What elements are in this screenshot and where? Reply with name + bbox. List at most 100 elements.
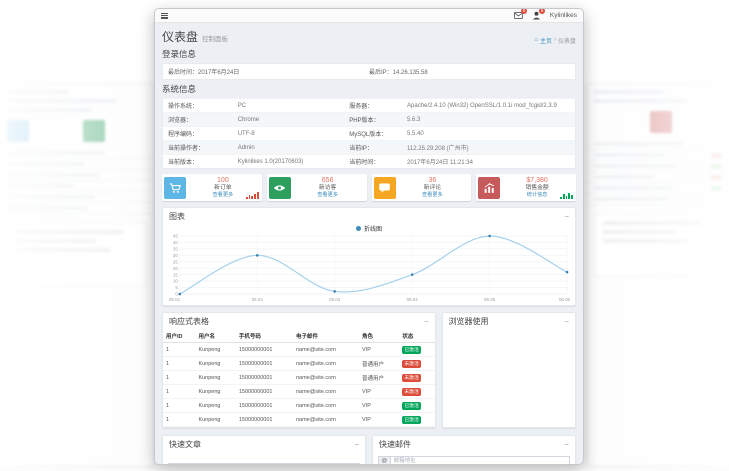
system-info-label: 当前IP： — [344, 141, 402, 155]
cell-role: VIP — [359, 385, 399, 399]
chart-legend: 折线图 — [163, 224, 575, 233]
system-info-row: 当前操作者：Admin当前IP：112.25.29.208 (广州市) — [163, 141, 576, 155]
svg-text:06.05: 06.05 — [484, 297, 496, 302]
eye-icon — [269, 177, 291, 199]
email-address-input[interactable] — [390, 456, 570, 465]
screenshot-canvas: 5 5 Kylinlikes 仪表盘 控制面板 ⌂ 主页 › 仪表盘 — [0, 0, 729, 471]
quick-mail-header: 快速邮件 − — [373, 436, 575, 452]
collapse-icon[interactable]: − — [564, 441, 569, 449]
cell-phone: 15000000001 — [236, 399, 293, 413]
quick-article-header: 快速文章 − — [163, 436, 365, 452]
cell-email: name@site.com — [293, 413, 359, 427]
mini-sparkline — [246, 192, 259, 199]
messages-badge: 5 — [521, 8, 527, 14]
cell-user-id: 1 — [163, 357, 195, 371]
cell-user-id: 1 — [163, 413, 195, 427]
stat-cards-row: 100新订单查看更多656新访客查看更多36新评论查看更多$7,380销售金额统… — [162, 174, 576, 201]
cell-phone: 15000000001 — [236, 413, 293, 427]
cell-phone: 15000000001 — [236, 371, 293, 385]
article-title-input[interactable] — [168, 463, 360, 465]
stat-more-link[interactable]: 查看更多 — [291, 192, 365, 199]
chart-body: 05101520253035404506.0106.0206.0306.0406… — [163, 233, 575, 305]
cell-username: Kunpeng — [195, 385, 235, 399]
system-info-value: Chrome — [233, 113, 345, 127]
table-row: 1Kunpeng15000000001name@site.com普通用户未激活 — [163, 357, 435, 371]
cell-user-id: 1 — [163, 343, 195, 357]
status-badge: 已激活 — [402, 416, 420, 424]
system-info-label: 当前操作者： — [163, 141, 233, 155]
cell-user-id: 1 — [163, 399, 195, 413]
system-info-label: 程序编码： — [163, 127, 233, 141]
email-input-group: @ — [378, 456, 570, 465]
column-header[interactable]: 电子邮件 — [293, 329, 359, 343]
cell-username: Kunpeng — [195, 343, 235, 357]
svg-text:10: 10 — [173, 279, 178, 284]
collapse-icon[interactable]: − — [354, 441, 359, 449]
user-icon[interactable]: 5 — [532, 11, 541, 20]
home-icon: ⌂ — [534, 37, 538, 43]
system-info-value: Kylinlikes 1.0(20170603) — [233, 155, 345, 169]
system-info-label: PHP版本： — [344, 113, 402, 127]
ghost-window-surface — [587, 84, 729, 466]
system-info-value: 112.25.29.208 (广州市) — [402, 141, 575, 155]
status-badge: 已激活 — [402, 402, 420, 410]
system-info-value: PC — [233, 99, 345, 113]
table-row: 1Kunpeng15000000001name@site.comVIP已激活 — [163, 413, 435, 427]
svg-text:5: 5 — [175, 285, 178, 290]
system-info-value: Apache/2.4.10 (Win32) OpenSSL/1.0.1i mod… — [402, 99, 575, 113]
column-header[interactable]: 用户名 — [195, 329, 235, 343]
column-header[interactable]: 手机号码 — [236, 329, 293, 343]
system-info-heading: 系统信息 — [162, 83, 576, 95]
system-info-value: 5.5.40 — [402, 127, 575, 141]
messages-icon[interactable]: 5 — [514, 11, 523, 20]
system-info-label: 当前版本： — [163, 155, 233, 169]
collapse-icon[interactable]: − — [564, 213, 569, 221]
system-info-value: 2017年6月24日 11:21:34 — [402, 155, 575, 169]
system-info-value: UTF-8 — [233, 127, 345, 141]
comment-icon — [374, 177, 396, 199]
top-navbar: 5 5 Kylinlikes — [155, 9, 583, 23]
cell-status: 已激活 — [399, 343, 434, 357]
username-menu[interactable]: Kylinlikes — [550, 12, 577, 19]
alerts-badge: 5 — [539, 8, 545, 14]
stat-card: 100新订单查看更多 — [162, 174, 262, 201]
last-login-ip: 最后IP：14.26.135.58 — [369, 67, 570, 76]
cell-email: name@site.com — [293, 343, 359, 357]
mini-sparkline — [560, 192, 573, 199]
system-info-label: 操作系统： — [163, 99, 233, 113]
data-point — [333, 290, 336, 293]
quick-mail-title: 快速邮件 — [379, 439, 411, 450]
breadcrumb-home[interactable]: 主页 — [540, 36, 552, 45]
collapse-icon[interactable]: − — [564, 318, 569, 326]
table-row: 1Kunpeng15000000001name@site.comVIP已激活 — [163, 343, 435, 357]
stat-value: 100 — [186, 176, 260, 185]
chart-gridlines — [180, 236, 567, 294]
column-header[interactable]: 角色 — [359, 329, 399, 343]
login-info-heading: 登录信息 — [162, 48, 576, 60]
collapse-icon[interactable]: − — [424, 318, 429, 326]
page-header: 仪表盘 控制面板 ⌂ 主页 › 仪表盘 — [162, 28, 576, 45]
bar-chart-icon — [478, 177, 500, 199]
cell-username: Kunpeng — [195, 413, 235, 427]
system-info-row: 程序编码：UTF-8MySQL版本：5.5.40 — [163, 127, 576, 141]
cell-status: 未激活 — [399, 371, 434, 385]
table-row: 1Kunpeng15000000001name@site.comVIP未激活 — [163, 385, 435, 399]
column-header[interactable]: 状态 — [399, 329, 434, 343]
breadcrumb-separator: › — [554, 37, 556, 43]
stat-more-link[interactable]: 查看更多 — [396, 192, 470, 199]
login-info-bar: 最后时间：2017年6月24日 最后IP：14.26.135.58 — [162, 63, 576, 80]
column-header[interactable]: 用户ID — [163, 329, 195, 343]
data-point — [179, 293, 182, 296]
cell-username: Kunpeng — [195, 357, 235, 371]
stat-value: 36 — [396, 176, 470, 185]
data-point — [566, 271, 569, 274]
cell-email: name@site.com — [293, 399, 359, 413]
svg-text:06.01: 06.01 — [169, 297, 181, 302]
system-info-row: 浏览器：ChromePHP版本：5.6.3 — [163, 113, 576, 127]
svg-text:15: 15 — [173, 272, 178, 277]
cell-status: 已激活 — [399, 413, 434, 427]
hamburger-icon[interactable] — [161, 13, 168, 19]
system-info-label: MySQL版本： — [344, 127, 402, 141]
svg-text:06.04: 06.04 — [407, 297, 419, 302]
line-chart-svg: 05101520253035404506.0106.0206.0306.0406… — [167, 233, 571, 303]
